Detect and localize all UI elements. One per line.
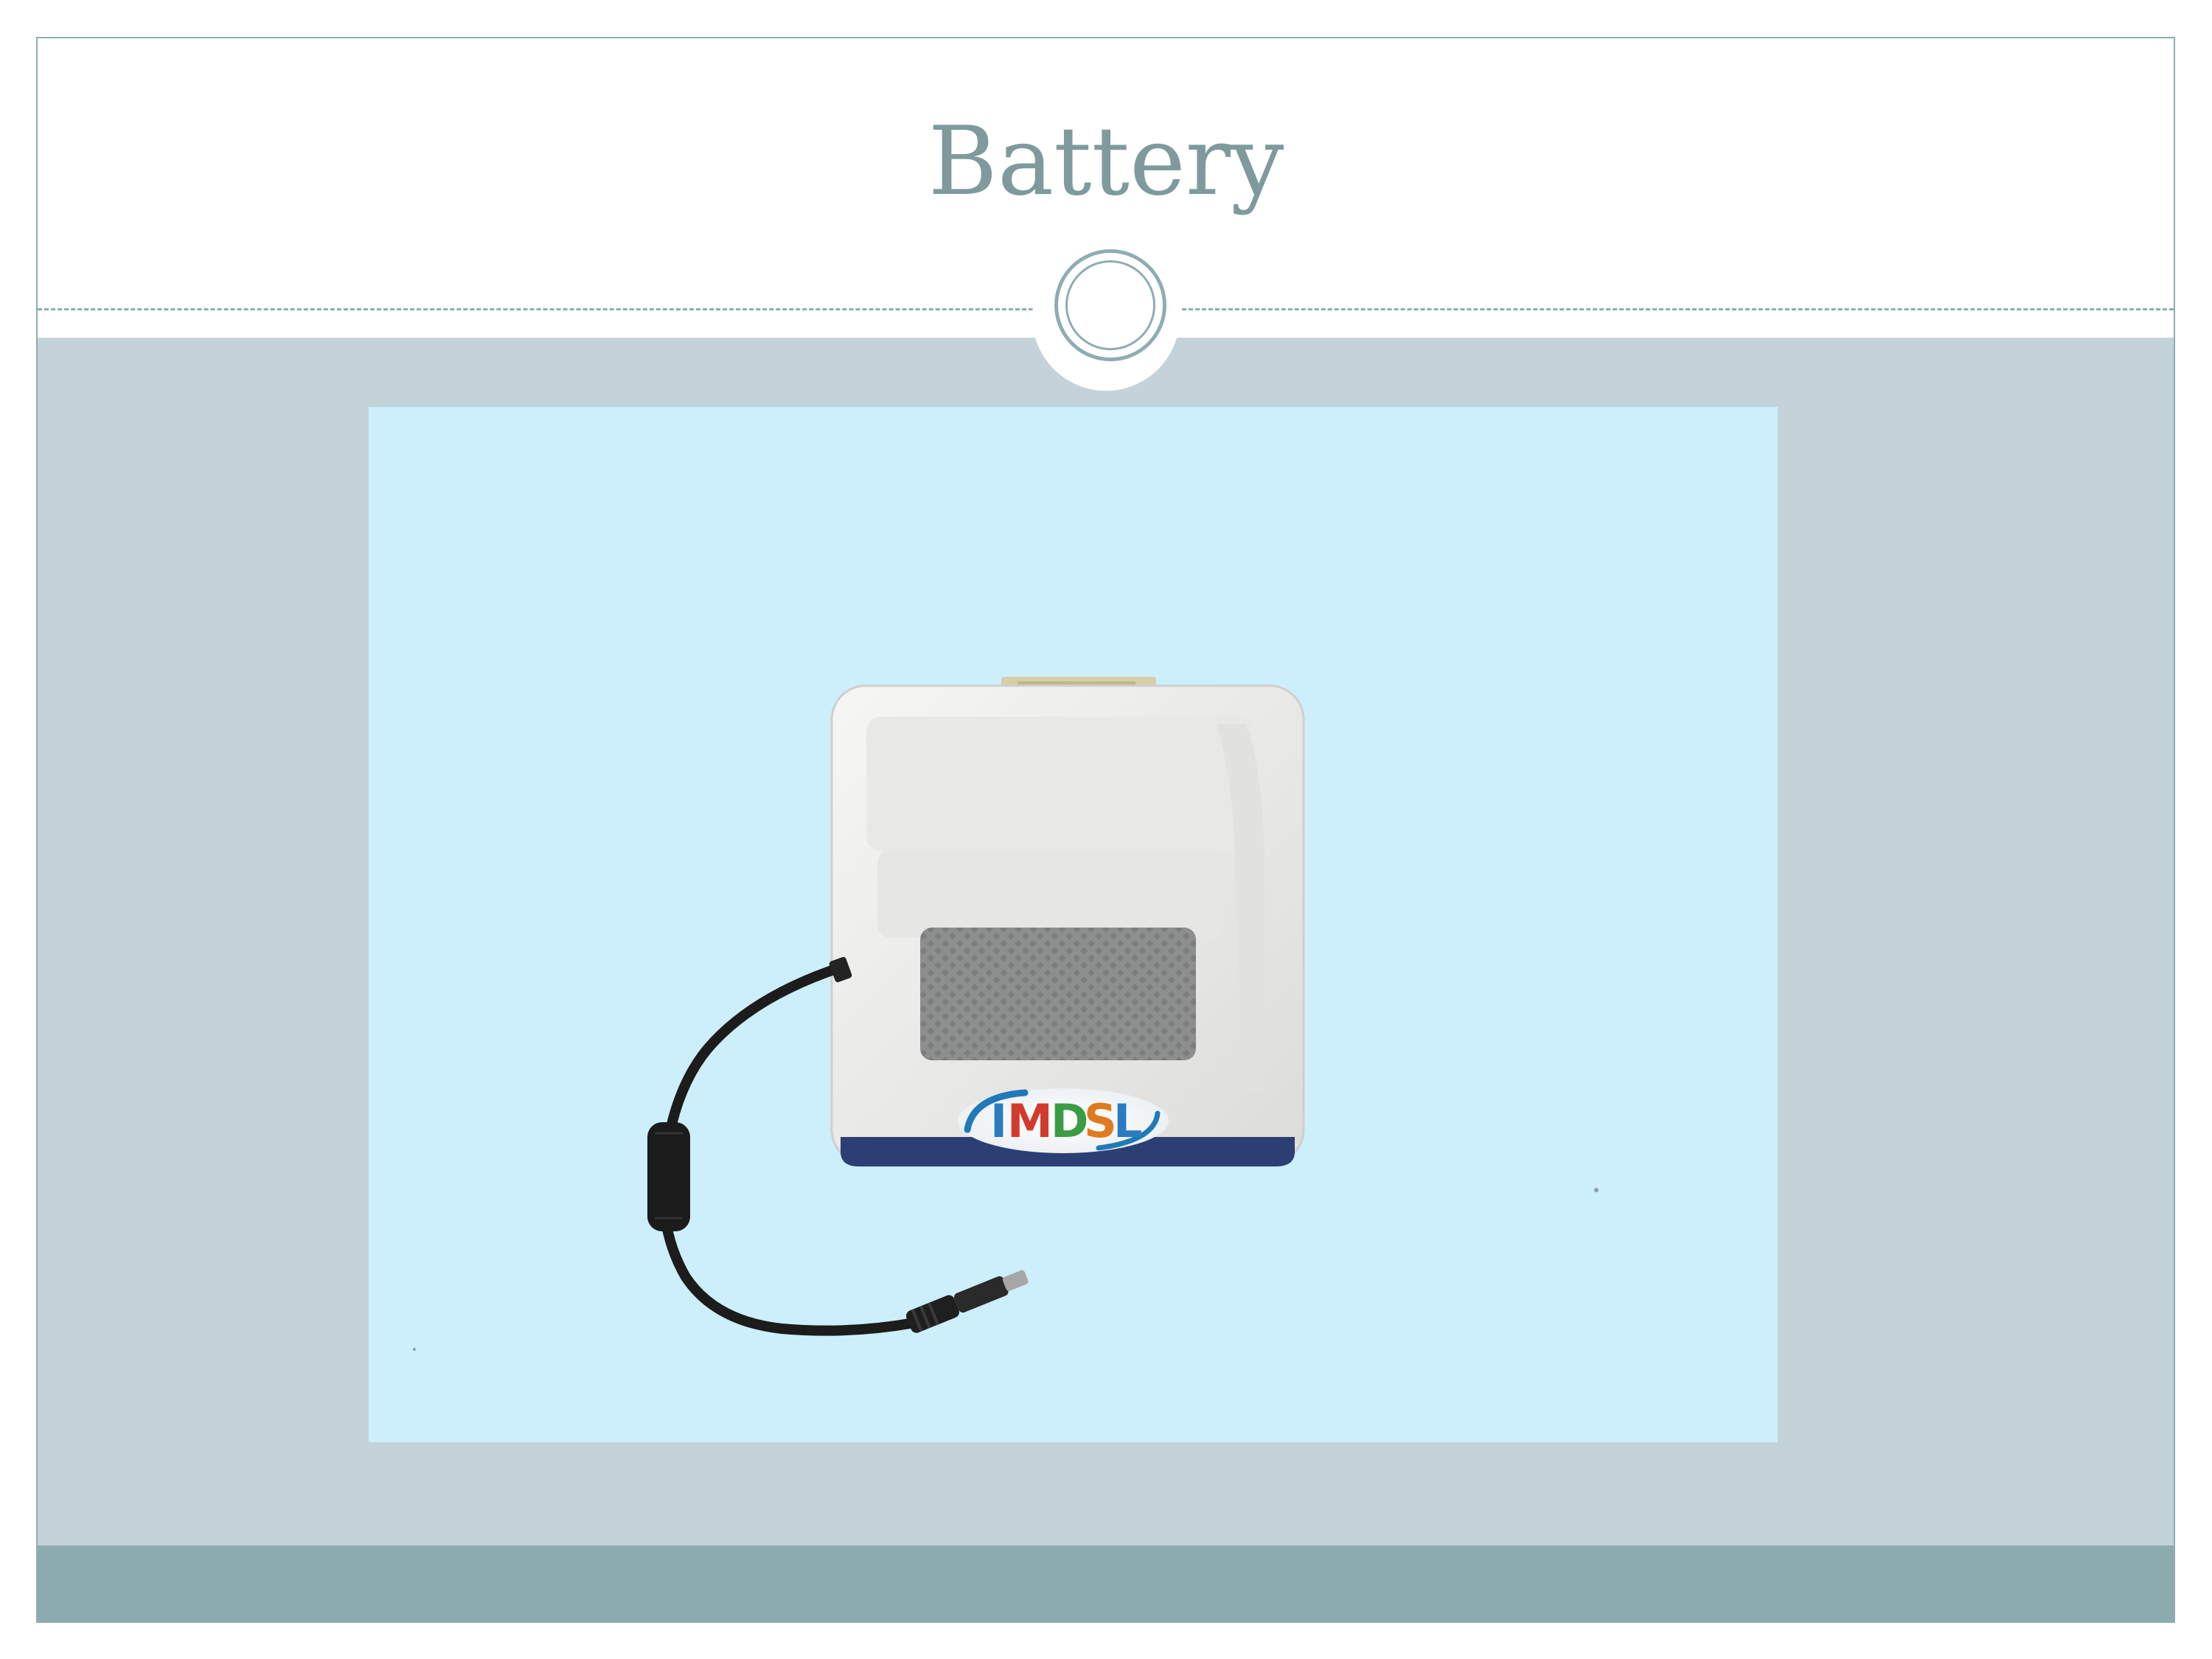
slide-frame xyxy=(36,37,2175,1623)
slide: Battery I M D S L xyxy=(0,0,2212,1659)
